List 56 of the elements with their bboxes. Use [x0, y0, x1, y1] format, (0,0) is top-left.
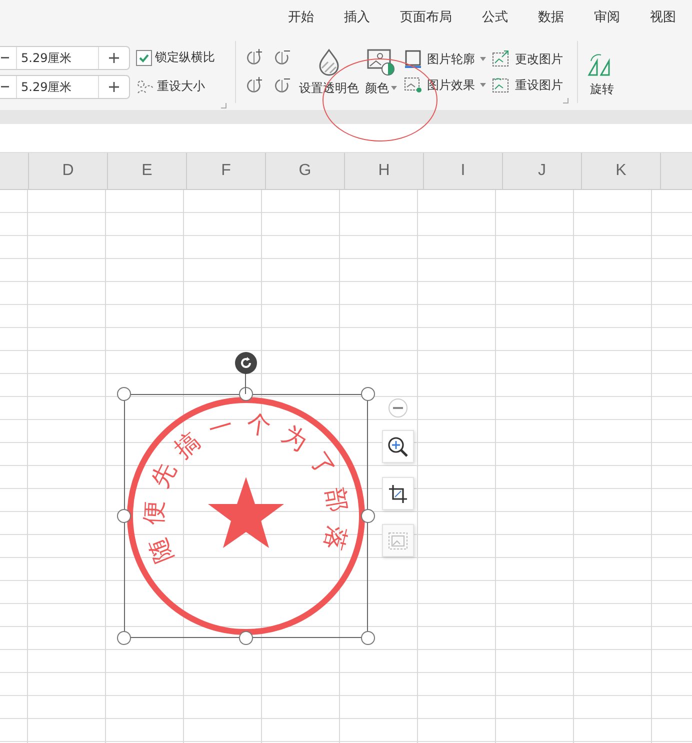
lock-ratio-checkbox[interactable]: 锁定纵横比 — [136, 49, 215, 66]
column-header[interactable]: E — [108, 153, 187, 189]
frame-icon — [404, 50, 422, 68]
picture-tool-button[interactable]: 更改图片 — [492, 50, 563, 68]
resize-handle[interactable] — [361, 509, 375, 523]
caret-icon — [480, 57, 486, 61]
crop-icon — [388, 484, 408, 504]
image-effect-icon — [404, 76, 422, 94]
resize-handle[interactable] — [117, 509, 131, 523]
column-header[interactable]: H — [345, 153, 424, 189]
ribbon-tab[interactable]: 数据 — [538, 8, 564, 26]
ribbon-tab[interactable]: 开始 — [288, 8, 314, 26]
plus-icon[interactable] — [109, 82, 119, 92]
resize-handle[interactable] — [361, 387, 375, 401]
minus-icon[interactable] — [1, 56, 9, 58]
resize-icon — [136, 78, 154, 94]
image-reset-icon — [492, 76, 510, 94]
column-header[interactable]: G — [266, 153, 345, 189]
collapse-icon[interactable] — [388, 398, 408, 418]
image-change-icon — [492, 50, 510, 68]
size-value[interactable]: 5.29厘米 — [16, 76, 99, 98]
checkbox[interactable] — [136, 50, 152, 66]
ribbon-tab[interactable]: 公式 — [482, 8, 508, 26]
check-icon — [138, 52, 150, 64]
minus-icon[interactable] — [1, 86, 9, 88]
rotate-handle[interactable] — [235, 352, 257, 374]
image-icon — [366, 48, 396, 76]
size-spinner[interactable]: 5.29厘米 — [0, 46, 130, 70]
column-header[interactable]: K — [582, 153, 661, 189]
column-header[interactable]: I — [424, 153, 503, 189]
column-header[interactable]: D — [29, 153, 108, 189]
zoom-in-icon — [387, 436, 409, 458]
resize-handle[interactable] — [239, 631, 253, 645]
caret-icon — [480, 83, 486, 87]
picture-tool-button[interactable]: 图片轮廓 — [404, 50, 486, 68]
rotate-button[interactable]: 旋转 — [584, 46, 620, 98]
size-spinner[interactable]: 5.29厘米 — [0, 74, 130, 98]
crop-button[interactable] — [382, 477, 414, 510]
ribbon-tab[interactable]: 视图 — [650, 8, 676, 26]
picture-tool-button[interactable]: 重设图片 — [492, 76, 563, 94]
resize-handle[interactable] — [239, 387, 253, 401]
resize-handle[interactable] — [117, 631, 131, 645]
zoom-button[interactable] — [382, 430, 414, 463]
image-icon — [388, 532, 408, 550]
ribbon-tab[interactable]: 审阅 — [594, 8, 620, 26]
size-value[interactable]: 5.29厘米 — [16, 46, 99, 68]
reset-size-button[interactable]: 重设大小 — [136, 78, 205, 95]
column-header[interactable]: J — [503, 153, 582, 189]
ribbon-tab[interactable]: 页面布局 — [400, 8, 452, 26]
color-button[interactable]: 颜色 — [362, 48, 400, 96]
ribbon-tab[interactable]: 插入 — [344, 8, 370, 26]
caret-icon — [391, 86, 397, 90]
column-header[interactable]: F — [187, 153, 266, 189]
plus-icon[interactable] — [109, 52, 119, 62]
resize-handle[interactable] — [361, 631, 375, 645]
resize-handle[interactable] — [117, 387, 131, 401]
